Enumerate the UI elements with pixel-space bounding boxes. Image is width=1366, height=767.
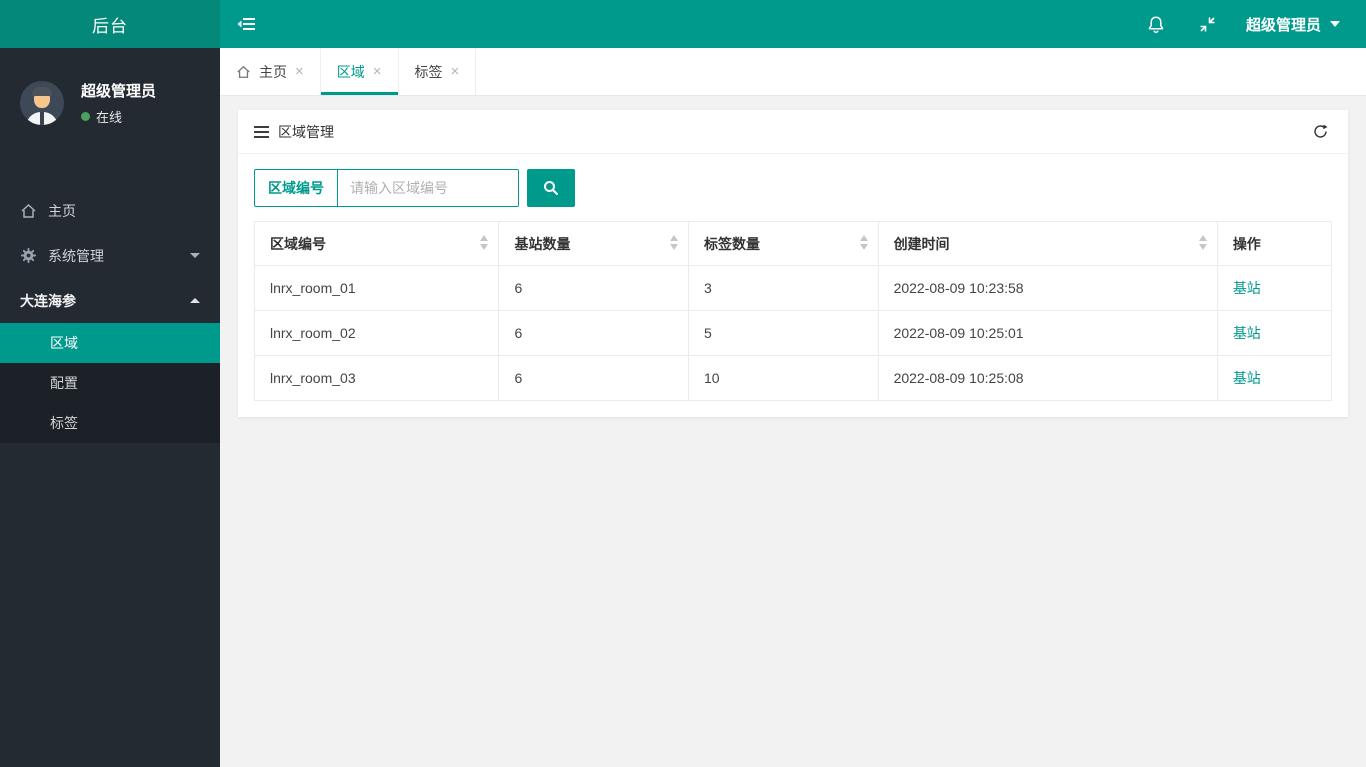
cell-tag-count: 10 [688,355,879,401]
notification-bell-icon [1148,15,1164,33]
cell-actions: 基站 [1216,265,1333,311]
sidebar-collapse-button[interactable] [220,0,272,48]
region-table-wrap: 区域编号 基站数量 标签数量 创建时间 操作 lnrx_room_01 6 3 … [238,221,1348,417]
tab-region[interactable]: 区域 × [320,48,399,95]
chevron-up-icon [190,298,200,303]
user-dropdown[interactable]: 超级管理员 [1234,0,1366,48]
sidebar-item-label: 大连海参 [20,292,76,309]
notifications-button[interactable] [1130,0,1182,48]
sidebar-submenu: 区域 配置 标签 [0,323,220,443]
refresh-button[interactable] [1308,120,1332,144]
sidebar-item-dalian-haishen[interactable]: 大连海参 [0,278,220,323]
chevron-down-icon [1330,21,1340,27]
content-area: 区域管理 区域编号 请输入区域编号 区域编号 基站数量 标签数量 创建时间 操作… [220,96,1366,431]
avatar [20,81,64,125]
sidebar-user-block: 超级管理员 在线 [0,48,220,158]
region-id-input[interactable] [338,170,518,206]
sidebar-subitem-config[interactable]: 配置 [0,363,220,403]
cell-station-count: 6 [498,265,690,311]
cell-station-count: 6 [498,310,690,356]
top-header: 后台 超级管理员 [0,0,1366,48]
sort-icon[interactable] [1198,234,1207,250]
search-icon [544,181,558,195]
settings-gear-icon [20,247,37,264]
tab-close-icon[interactable]: × [373,64,382,79]
tab-label: 区域 [336,63,365,80]
tab-tag[interactable]: 标签 × [398,48,477,95]
cell-tag-count: 3 [688,265,879,311]
panel-header: 区域管理 [238,110,1348,154]
cell-actions: 基站 [1216,355,1333,401]
sidebar-menu: 主页 系统管理 大连海参 区域 配置 标签 [0,188,220,443]
online-status-dot [81,112,90,121]
column-header-station-count: 基站数量 [498,221,690,266]
sidebar-user-meta: 超级管理员 在线 [81,80,156,126]
base-station-link[interactable]: 基站 [1233,370,1261,386]
sort-icon[interactable] [859,234,868,250]
app-brand: 后台 [0,0,220,48]
column-header-created-at: 创建时间 [877,221,1218,266]
sidebar: 超级管理员 在线 主页 系统管理 大连海参 区域 配置 标签 [0,48,220,767]
avatar-hair [32,87,52,96]
search-field-label: 区域编号 [255,170,338,206]
chevron-down-icon [190,253,200,258]
panel-title: 区域管理 [278,123,334,140]
column-header-tag-count: 标签数量 [688,221,879,266]
base-station-link[interactable]: 基站 [1233,325,1261,341]
refresh-icon [1313,124,1327,138]
region-table: 区域编号 基站数量 标签数量 创建时间 操作 lnrx_room_01 6 3 … [253,221,1333,401]
cell-actions: 基站 [1216,310,1333,356]
tab-bar: 主页 × 区域 × 标签 × [220,48,1366,96]
sort-icon[interactable] [670,234,679,250]
panel-title-wrap: 区域管理 [254,122,334,142]
cell-created-at: 2022-08-09 10:25:01 [877,310,1218,356]
sidebar-subitem-region[interactable]: 区域 [0,323,220,363]
tab-close-icon[interactable]: × [295,64,304,79]
avatar-tie [40,112,44,125]
table-row: lnrx_room_02 6 5 2022-08-09 10:25:01 基站 [253,310,1333,356]
fullscreen-toggle-button[interactable] [1182,0,1234,48]
table-header-row: 区域编号 基站数量 标签数量 创建时间 操作 [253,221,1333,266]
search-button[interactable] [527,169,575,207]
topbar-actions: 超级管理员 [1130,0,1366,48]
sidebar-subitem-tag[interactable]: 标签 [0,403,220,443]
cell-created-at: 2022-08-09 10:23:58 [877,265,1218,311]
online-status-label: 在线 [96,110,123,125]
tab-label: 主页 [259,63,287,80]
cell-region-id: lnrx_room_03 [253,355,500,401]
sidebar-user-name: 超级管理员 [81,83,157,100]
column-header-actions: 操作 [1216,221,1333,266]
cell-created-at: 2022-08-09 10:25:08 [877,355,1218,401]
region-management-panel: 区域管理 区域编号 请输入区域编号 区域编号 基站数量 标签数量 创建时间 操作… [238,110,1348,417]
cell-region-id: lnrx_room_01 [253,265,500,311]
sort-icon[interactable] [480,234,489,250]
sidebar-collapse-icon [237,18,255,30]
home-icon [237,65,250,78]
sidebar-subitem-label: 配置 [50,375,78,391]
cell-tag-count: 5 [688,310,879,356]
sidebar-item-label: 系统管理 [48,247,104,264]
sidebar-item-system-management[interactable]: 系统管理 [0,233,220,278]
base-station-link[interactable]: 基站 [1233,280,1261,296]
sidebar-item-home[interactable]: 主页 [0,188,220,233]
home-icon [20,203,37,219]
tab-label: 标签 [414,63,443,80]
column-header-region-id: 区域编号 [253,221,500,266]
cell-region-id: lnrx_room_02 [253,310,500,356]
tab-home[interactable]: 主页 × [220,48,321,95]
table-row: lnrx_room_01 6 3 2022-08-09 10:23:58 基站 [253,265,1333,311]
hamburger-icon [254,125,269,138]
sidebar-item-label: 主页 [48,202,76,219]
sidebar-user-status: 在线 [81,107,156,126]
sidebar-subitem-label: 标签 [50,415,78,431]
fullscreen-toggle-icon [1200,16,1216,32]
tab-close-icon[interactable]: × [451,64,460,79]
search-toolbar: 区域编号 [238,154,1348,221]
table-row: lnrx_room_03 6 10 2022-08-09 10:25:08 基站 [253,355,1333,401]
cell-station-count: 6 [498,355,690,401]
sidebar-subitem-label: 区域 [50,335,78,351]
search-group: 区域编号 [254,169,519,207]
main-area: 主页 × 区域 × 标签 × 区域管理 区域编号 请输入区域编号 区域编号 基站… [220,48,1366,767]
user-dropdown-label: 超级管理员 [1245,16,1321,34]
